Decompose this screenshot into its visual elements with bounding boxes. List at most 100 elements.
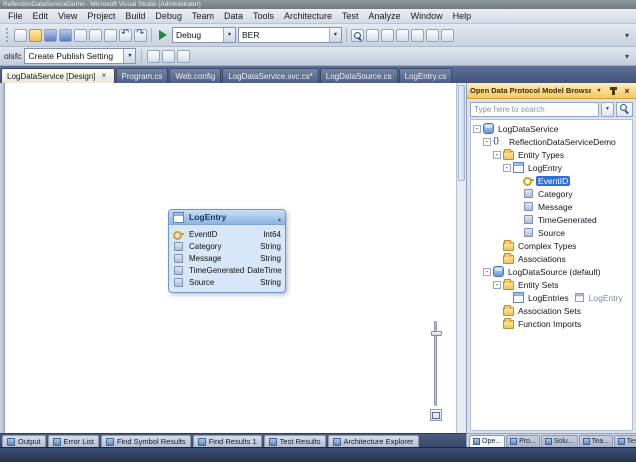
menu-item[interactable]: Project xyxy=(82,10,120,23)
panel-tab[interactable]: Pro... xyxy=(506,435,540,447)
tree-item[interactable]: Complex Types xyxy=(473,239,632,252)
tree-item[interactable]: LogDataSource (default) xyxy=(473,265,632,278)
tree-item[interactable]: TimeGenerated xyxy=(473,213,632,226)
auto-hide-pin-icon[interactable] xyxy=(607,85,619,96)
toolbar-overflow-icon[interactable] xyxy=(622,31,632,40)
settings-icon[interactable] xyxy=(177,50,190,63)
tree-item[interactable]: LogEntries LogEntry xyxy=(473,291,632,304)
chevron-down-icon[interactable] xyxy=(329,28,341,42)
document-tab[interactable]: LogDataSource.cs xyxy=(320,68,398,83)
window-position-icon[interactable] xyxy=(593,85,605,96)
menu-item[interactable]: File xyxy=(3,10,28,23)
tree-expander-icon[interactable] xyxy=(493,281,501,289)
redo-icon[interactable] xyxy=(134,29,147,42)
menu-item[interactable]: Tools xyxy=(248,10,279,23)
tree-expander-icon[interactable] xyxy=(473,125,481,133)
panel-tab[interactable]: Solu... xyxy=(541,435,578,447)
tree-item[interactable]: ReflectionDataServiceDemo xyxy=(473,135,632,148)
tool-window-tab[interactable]: Output xyxy=(2,435,46,447)
close-tab-icon[interactable] xyxy=(100,71,109,81)
tool-window-tab[interactable]: Find Results 1 xyxy=(193,435,262,447)
tree-item[interactable]: Entity Types xyxy=(473,148,632,161)
entity-designer-surface[interactable]: LogEntry EventID Int64 xyxy=(5,83,456,433)
entity-property-row[interactable]: EventID Int64 xyxy=(173,228,281,240)
document-tab[interactable]: Web.config xyxy=(169,68,221,83)
tree-expander-icon[interactable] xyxy=(483,138,491,146)
model-browser-tree[interactable]: LogDataService ReflectionDataServiceDemo xyxy=(470,119,633,431)
solution-configuration-combo[interactable]: Debug xyxy=(172,27,236,43)
menu-item[interactable]: Window xyxy=(406,10,448,23)
menu-item[interactable]: Architecture xyxy=(279,10,337,23)
tree-expander-icon[interactable] xyxy=(493,151,501,159)
package-icon[interactable] xyxy=(162,50,175,63)
entity-property-row[interactable]: TimeGenerated DateTime xyxy=(173,264,281,276)
undo-icon[interactable] xyxy=(119,29,132,42)
toolbar-grip[interactable] xyxy=(6,28,10,42)
search-button[interactable] xyxy=(616,102,633,117)
menu-item[interactable]: Analyze xyxy=(364,10,406,23)
entity-property-row[interactable]: Message String xyxy=(173,252,281,264)
tree-item[interactable]: EventID xyxy=(473,174,632,187)
panel-tab[interactable]: Tea... xyxy=(579,435,613,447)
tool-window-tab[interactable]: Test Results xyxy=(264,435,326,447)
tree-item[interactable]: Category xyxy=(473,187,632,200)
zoom-slider-thumb[interactable] xyxy=(431,331,442,336)
scrollbar-thumb[interactable] xyxy=(458,85,465,181)
publish-setting-combo[interactable]: Create Publish Setting xyxy=(24,48,136,64)
menu-item[interactable]: Help xyxy=(448,10,477,23)
new-item-icon[interactable] xyxy=(14,29,27,42)
chevron-down-icon[interactable] xyxy=(223,28,235,42)
designer-vertical-scrollbar[interactable] xyxy=(456,83,466,433)
tree-item[interactable]: Associations xyxy=(473,252,632,265)
collapse-entity-icon[interactable] xyxy=(278,208,281,226)
menu-item[interactable]: Debug xyxy=(150,10,187,23)
zoom-slider[interactable] xyxy=(434,321,437,406)
menu-item[interactable]: Build xyxy=(120,10,150,23)
panel-title-bar[interactable]: Open Data Protocol Model Browser xyxy=(467,83,636,99)
tool-window-tab[interactable]: Error List xyxy=(48,435,99,447)
tree-item[interactable]: LogDataService xyxy=(473,122,632,135)
solution-platform-combo[interactable]: BER xyxy=(238,27,342,43)
save-all-icon[interactable] xyxy=(59,29,72,42)
search-options-icon[interactable] xyxy=(601,102,614,117)
entity-property-row[interactable]: Category String xyxy=(173,240,281,252)
menu-item[interactable]: Edit xyxy=(28,10,54,23)
fit-to-screen-button[interactable] xyxy=(430,409,442,421)
tree-expander-icon[interactable] xyxy=(483,268,491,276)
save-icon[interactable] xyxy=(44,29,57,42)
tree-item[interactable]: Association Sets xyxy=(473,304,632,317)
tree-item[interactable]: Function Imports xyxy=(473,317,632,330)
entity-property-row[interactable]: Source String xyxy=(173,276,281,288)
close-panel-icon[interactable] xyxy=(621,85,633,96)
entity-header[interactable]: LogEntry xyxy=(169,210,285,225)
search-input[interactable] xyxy=(470,102,599,117)
tree-item[interactable]: Source xyxy=(473,226,632,239)
document-tab[interactable]: Program.cs xyxy=(116,68,169,83)
tree-item[interactable]: LogEntry xyxy=(473,161,632,174)
menu-item[interactable]: View xyxy=(53,10,82,23)
team-explorer-icon[interactable] xyxy=(381,29,394,42)
find-icon[interactable] xyxy=(351,29,364,42)
tree-item[interactable]: Entity Sets xyxy=(473,278,632,291)
menu-item[interactable]: Team xyxy=(187,10,219,23)
properties-window-icon[interactable] xyxy=(396,29,409,42)
panel-tab[interactable]: Test... xyxy=(614,435,636,447)
cut-icon[interactable] xyxy=(74,29,87,42)
publish-web-icon[interactable] xyxy=(147,50,160,63)
open-file-icon[interactable] xyxy=(29,29,42,42)
menu-item[interactable]: Test xyxy=(337,10,364,23)
tool-window-tab[interactable]: Find Symbol Results xyxy=(101,435,191,447)
document-tab[interactable]: LogDataService [Design] xyxy=(1,68,115,83)
tree-expander-icon[interactable] xyxy=(503,164,511,172)
tree-item[interactable]: Message xyxy=(473,200,632,213)
menu-item[interactable]: Data xyxy=(219,10,248,23)
panel-tab[interactable]: Ope... xyxy=(469,435,505,447)
chevron-down-icon[interactable] xyxy=(123,49,135,63)
document-tab[interactable]: LogDataService.svc.cs* xyxy=(222,68,318,83)
entity-shape-logentry[interactable]: LogEntry EventID Int64 xyxy=(168,209,286,293)
object-browser-icon[interactable] xyxy=(426,29,439,42)
toolbox-icon[interactable] xyxy=(411,29,424,42)
tool-window-tab[interactable]: Architecture Explorer xyxy=(328,435,419,447)
copy-icon[interactable] xyxy=(89,29,102,42)
start-debug-icon[interactable] xyxy=(159,30,167,40)
